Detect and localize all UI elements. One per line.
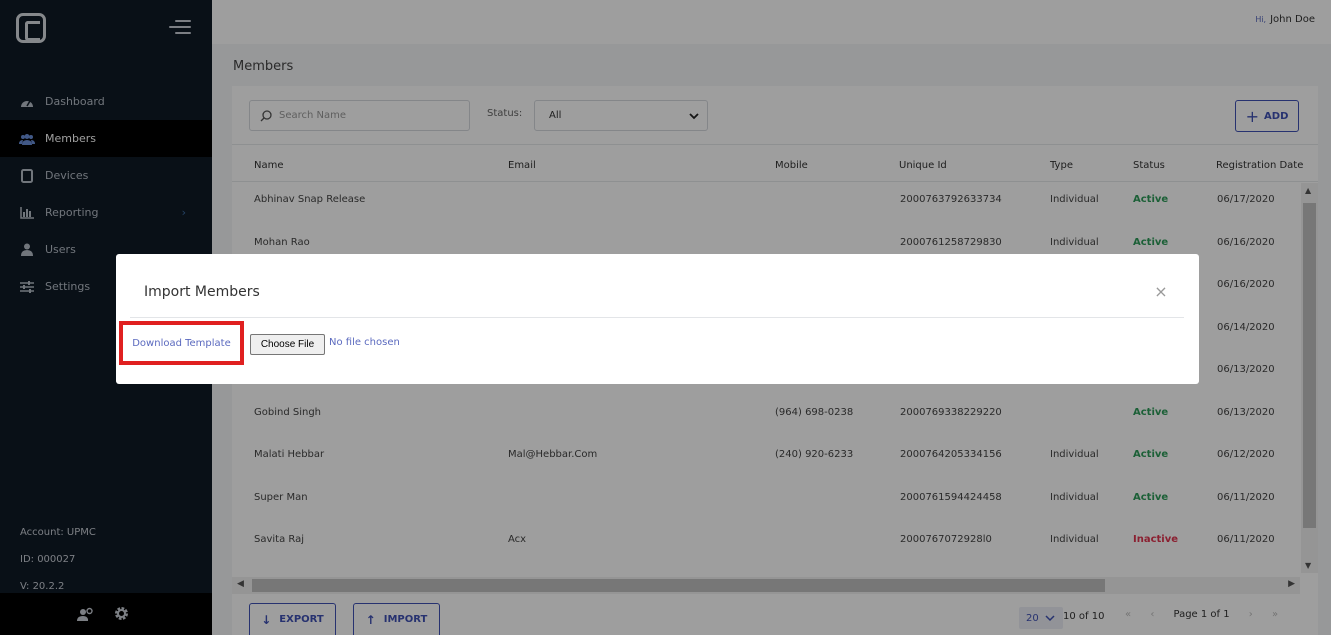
close-icon[interactable]: × [1152, 283, 1170, 301]
divider [130, 317, 1184, 318]
choose-file-label: Choose File [260, 339, 315, 350]
import-members-dialog: Import Members × Download Template Choos… [116, 254, 1199, 384]
dialog-title: Import Members [144, 284, 260, 300]
choose-file-button[interactable]: Choose File [250, 334, 325, 355]
download-template-link[interactable]: Download Template [119, 321, 244, 365]
file-status-text: No file chosen [329, 337, 400, 348]
download-template-label: Download Template [132, 337, 231, 349]
